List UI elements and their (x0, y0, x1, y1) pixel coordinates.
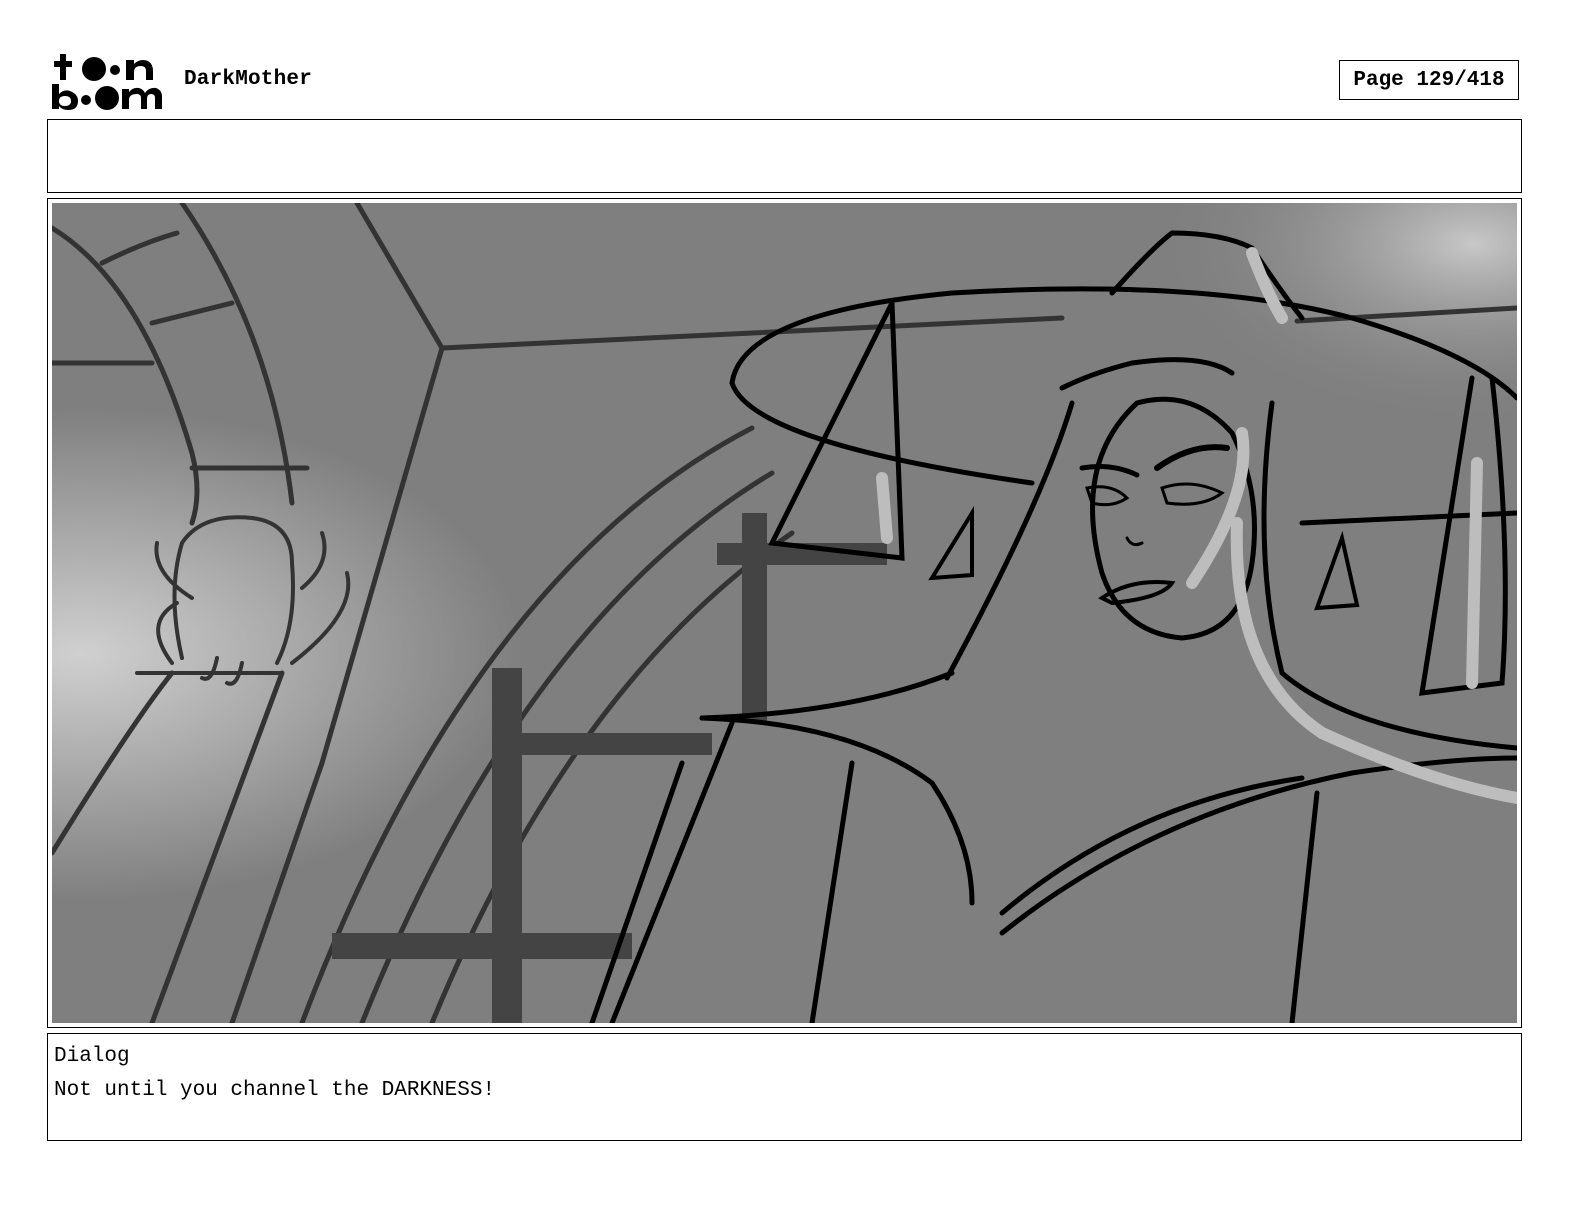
storyboard-panel (47, 198, 1522, 1028)
storyboard-sketch-image (52, 203, 1517, 1023)
toon-boom-logo (50, 50, 166, 112)
dialog-box: Dialog Not until you channel the DARKNES… (47, 1033, 1522, 1141)
dialog-text: Not until you channel the DARKNESS! (54, 1079, 496, 1102)
dialog-label: Dialog (54, 1045, 130, 1068)
toon-boom-logo-icon (52, 54, 162, 110)
project-title: DarkMother (184, 68, 313, 91)
page-indicator: Page 129/418 (1339, 60, 1519, 100)
notes-box (47, 119, 1522, 193)
storyboard-sketch-icon (52, 203, 1517, 1023)
